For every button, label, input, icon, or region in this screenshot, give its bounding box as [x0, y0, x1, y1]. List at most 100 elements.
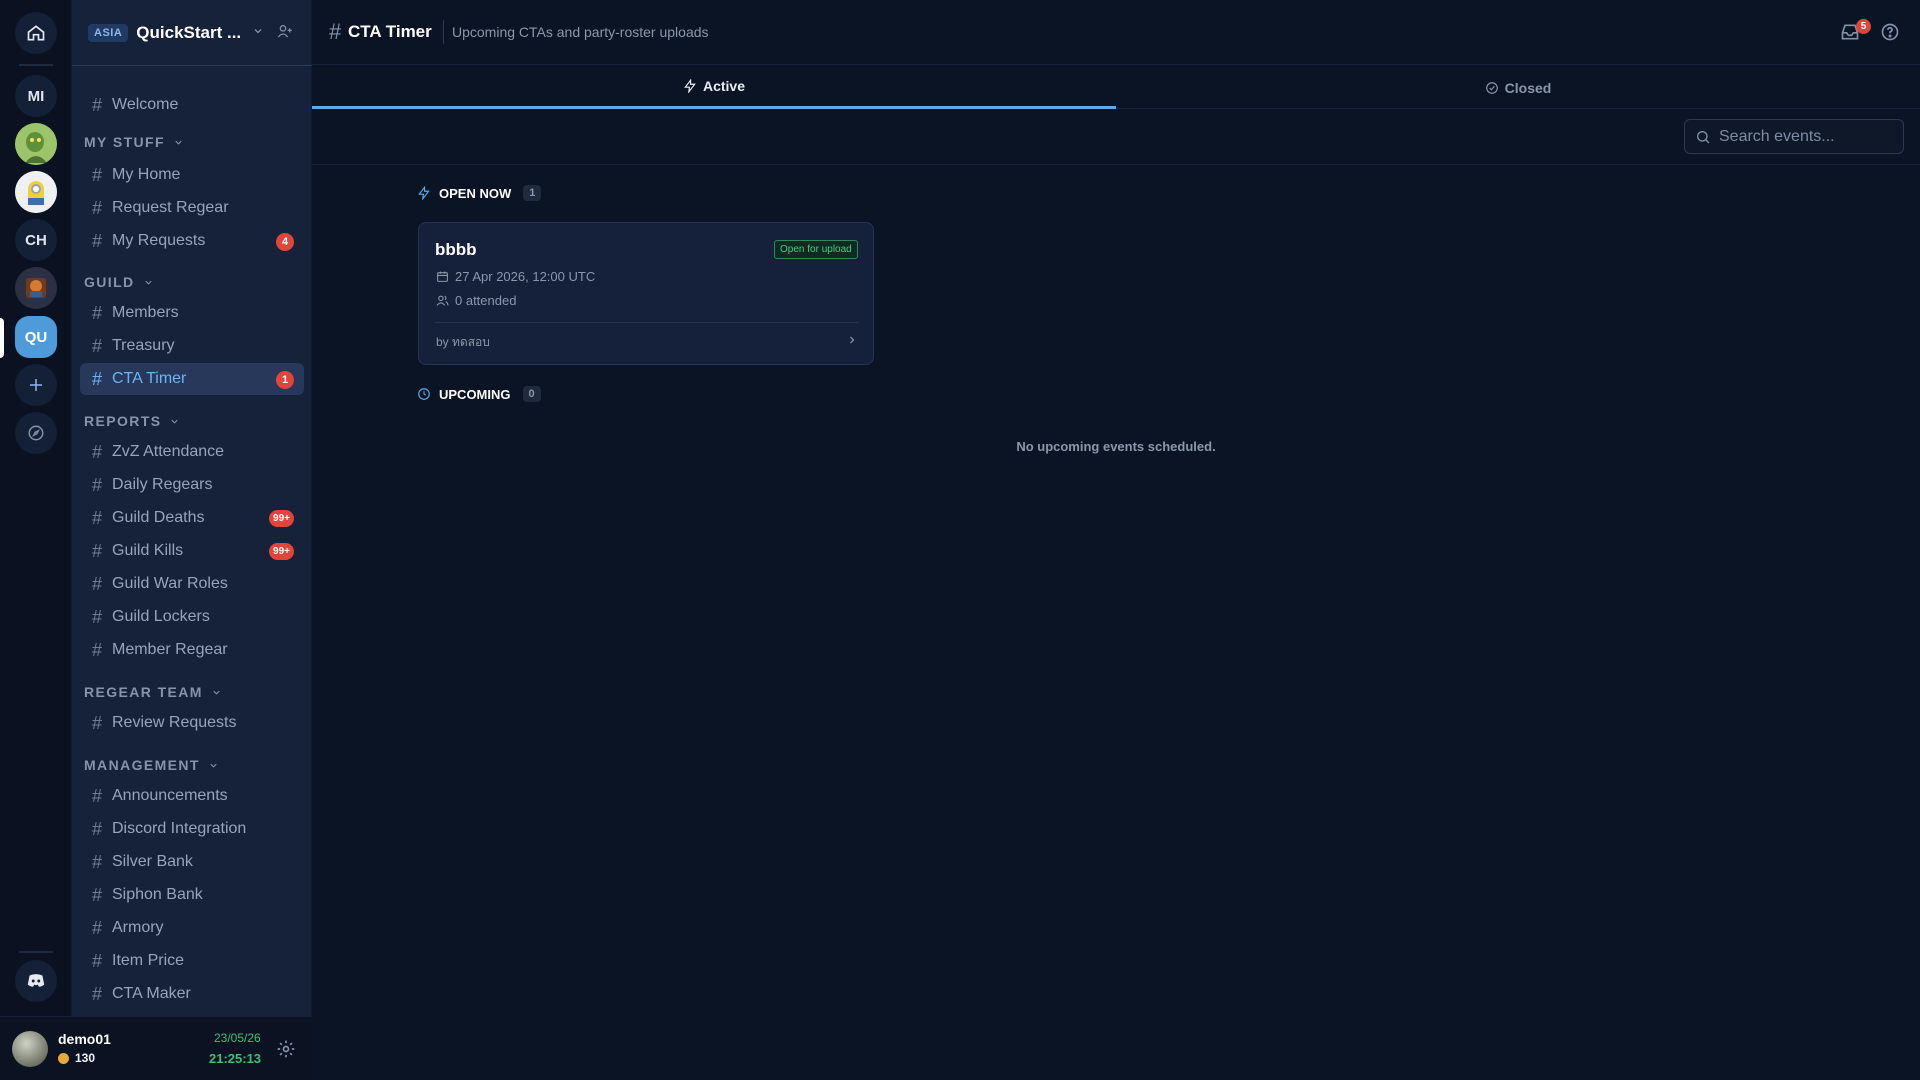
sidebar-item-review-requests[interactable]: # Review Requests [80, 707, 304, 739]
section-title: OPEN NOW [439, 185, 512, 201]
sidebar-item-members[interactable]: # Members [80, 297, 304, 329]
search-box[interactable] [1684, 119, 1904, 154]
sidebar-item-label: Review Requests [112, 714, 237, 731]
section-guild[interactable]: GUILD [84, 274, 154, 290]
rail-divider-bottom [19, 951, 53, 953]
sidebar-item-silver-bank[interactable]: # Silver Bank [80, 846, 304, 878]
section-management[interactable]: MANAGEMENT [84, 757, 219, 773]
sidebar-item-member-regear[interactable]: # Member Regear [80, 634, 304, 666]
sidebar-item-armory[interactable]: # Armory [80, 912, 304, 944]
tab-active[interactable]: Active [312, 66, 1116, 109]
sidebar-item-guild-kills[interactable]: # Guild Kills 99+ [80, 535, 304, 567]
help-icon[interactable] [1880, 22, 1900, 42]
discord-icon [27, 974, 45, 987]
sidebar-item-label: Guild Kills [112, 542, 184, 559]
sidebar-item-my-requests[interactable]: # My Requests 4 [80, 225, 304, 257]
sidebar-item-label: Member Regear [112, 641, 228, 658]
sidebar-item-cta-timer[interactable]: # CTA Timer 1 [80, 363, 304, 395]
check-circle-icon [1485, 81, 1498, 94]
guild-header[interactable]: ASIA QuickStart ... [72, 0, 312, 66]
server-avatar-goblin[interactable] [15, 123, 57, 165]
hash-icon: # [92, 983, 103, 1004]
hash-icon: # [92, 441, 103, 462]
sidebar-item-label: Welcome [112, 96, 179, 113]
sidebar-item-label: CTA Maker [112, 985, 191, 1002]
tab-closed[interactable]: Closed [1116, 66, 1920, 109]
search-bar [312, 110, 1920, 165]
page-description: Upcoming CTAs and party-roster uploads [452, 24, 709, 40]
unread-badge: 1 [276, 371, 294, 389]
home-button[interactable] [15, 12, 57, 54]
search-input[interactable] [1719, 127, 1889, 146]
chevron-down-icon[interactable] [252, 25, 264, 37]
calendar-icon [437, 271, 448, 282]
sidebar-item-guild-deaths[interactable]: # Guild Deaths 99+ [80, 502, 304, 534]
sidebar-item-label: Guild War Roles [112, 575, 228, 592]
hash-icon: # [92, 639, 103, 660]
gear-icon[interactable] [276, 1039, 296, 1059]
sidebar-item-zvz-attendance[interactable]: # ZvZ Attendance [80, 436, 304, 468]
status-badge: Open for upload [774, 240, 858, 259]
users-icon [436, 295, 449, 306]
sidebar-item-label: Announcements [112, 787, 228, 804]
sidebar-item-label: Siphon Bank [112, 886, 203, 903]
section-my-stuff[interactable]: MY STUFF [84, 134, 184, 150]
sidebar-item-siphon-bank[interactable]: # Siphon Bank [80, 879, 304, 911]
sidebar-item-request-regear[interactable]: # Request Regear [80, 192, 304, 224]
sidebar-item-announcements[interactable]: # Announcements [80, 780, 304, 812]
sidebar-item-label: Guild Deaths [112, 509, 205, 526]
sidebar-item-label: Armory [112, 919, 164, 936]
section-regear-team[interactable]: REGEAR TEAM [84, 684, 222, 700]
sidebar-item-item-price[interactable]: # Item Price [80, 945, 304, 977]
section-reports[interactable]: REPORTS [84, 413, 180, 429]
hash-icon: # [92, 507, 103, 528]
sidebar-item-label: Daily Regears [112, 476, 213, 493]
home-icon [27, 25, 45, 41]
add-user-icon[interactable] [277, 23, 293, 39]
chevron-down-icon [171, 419, 179, 424]
hash-icon: # [92, 94, 103, 115]
hash-icon: # [92, 606, 103, 627]
discord-button[interactable] [15, 960, 57, 1002]
hash-icon: # [92, 197, 103, 218]
section-title: MANAGEMENT [84, 757, 200, 773]
guild-name: QuickStart ... [136, 22, 242, 42]
event-card[interactable]: bbbb Open for upload 27 Apr 2026, 12:00 … [418, 222, 874, 365]
sidebar-item-label: Treasury [112, 337, 175, 354]
section-title: GUILD [84, 274, 135, 290]
chevron-right-icon [850, 336, 855, 344]
server-ch[interactable]: CH [15, 219, 57, 261]
server-rail: MI CH QU [0, 0, 72, 1080]
sidebar-item-label: Request Regear [112, 199, 229, 216]
hash-icon: # [92, 302, 103, 323]
avatar[interactable] [12, 1031, 48, 1067]
server-avatar-art[interactable] [15, 267, 57, 309]
tab-label: Active [702, 78, 746, 94]
section-count: 0 [522, 386, 541, 402]
add-server-button[interactable] [15, 364, 57, 406]
event-title: bbbb [435, 240, 477, 259]
section-count: 1 [523, 185, 542, 201]
section-title: REGEAR TEAM [84, 684, 203, 700]
hash-icon: # [92, 818, 103, 839]
sidebar-item-label: Silver Bank [112, 853, 193, 870]
channel-sidebar: ASIA QuickStart ... # Welcome MY STUFF #… [72, 0, 312, 1016]
server-qu[interactable]: QU [15, 316, 57, 358]
sidebar-item-welcome[interactable]: # Welcome [80, 89, 304, 121]
sidebar-item-label: Members [112, 304, 179, 321]
sidebar-item-daily-regears[interactable]: # Daily Regears [80, 469, 304, 501]
rail-divider [19, 64, 53, 66]
sidebar-item-cta-maker[interactable]: # CTA Maker [80, 978, 304, 1010]
explore-button[interactable] [15, 412, 57, 454]
event-datetime-row: 27 Apr 2026, 12:00 UTC [436, 269, 595, 284]
tab-label: Closed [1504, 79, 1552, 96]
sidebar-item-guild-war-roles[interactable]: # Guild War Roles [80, 568, 304, 600]
server-mi[interactable]: MI [15, 75, 57, 117]
server-avatar-minion[interactable] [15, 171, 57, 213]
sidebar-item-my-home[interactable]: # My Home [80, 159, 304, 191]
sidebar-item-treasury[interactable]: # Treasury [80, 330, 304, 362]
sidebar-item-guild-lockers[interactable]: # Guild Lockers [80, 601, 304, 633]
hash-icon: # [92, 335, 103, 356]
event-attended: 0 attended [455, 293, 517, 308]
sidebar-item-discord-integration[interactable]: # Discord Integration [80, 813, 304, 845]
